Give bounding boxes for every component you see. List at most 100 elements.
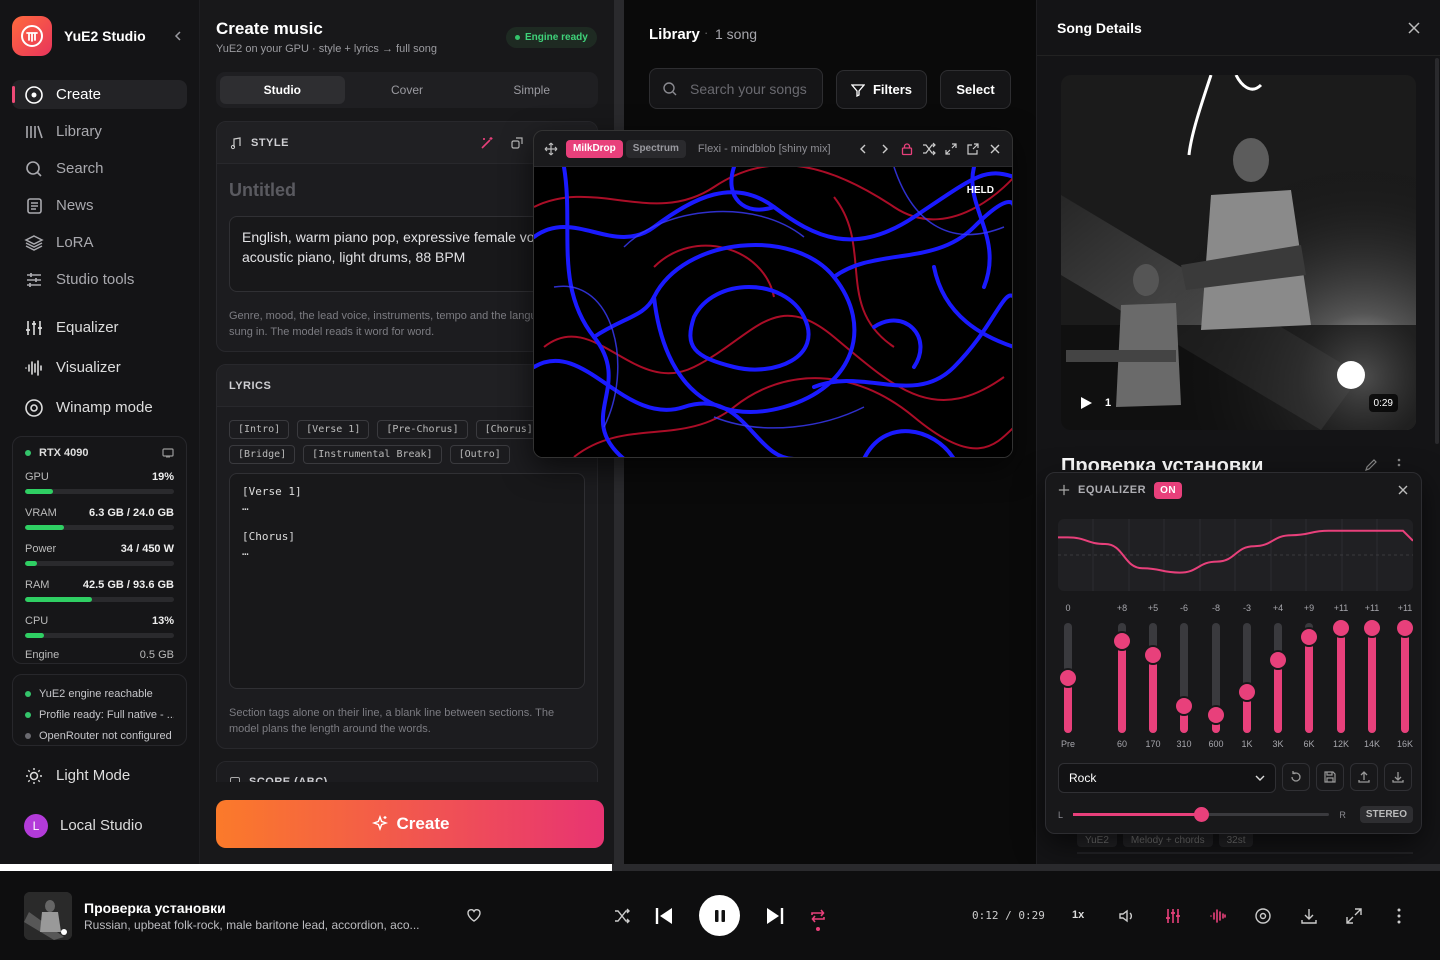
section-tag[interactable]: [Intro]	[229, 420, 290, 439]
nav-item-lora[interactable]: LoRA	[12, 228, 187, 257]
eq-band-14k[interactable]: +11 14K	[1357, 603, 1387, 753]
library-search[interactable]	[649, 68, 823, 109]
nav-item-visualizer[interactable]: Visualizer	[12, 353, 187, 382]
playback-rate[interactable]: 1x	[1072, 909, 1084, 921]
nav-item-studio-tools[interactable]: Studio tools	[12, 265, 187, 294]
close-icon[interactable]	[1397, 484, 1409, 496]
drag-handle-icon[interactable]	[544, 142, 558, 156]
heart-icon[interactable]	[464, 905, 484, 925]
details-scrollbar[interactable]	[1435, 58, 1439, 444]
select-button[interactable]: Select	[940, 70, 1011, 109]
waveform-icon[interactable]	[1208, 906, 1228, 926]
create-button[interactable]: Create	[216, 800, 604, 848]
collapse-sidebar-icon[interactable]	[168, 26, 188, 46]
volume-icon[interactable]	[1117, 906, 1137, 926]
profile-local-studio[interactable]: L Local Studio	[12, 811, 187, 840]
equalizer-toggle[interactable]: ON	[1154, 481, 1183, 499]
eq-band-170[interactable]: +5 170	[1138, 603, 1168, 753]
nav-item-search[interactable]: Search	[12, 154, 187, 183]
section-tag[interactable]: [Chorus]	[475, 420, 542, 439]
band-track[interactable]	[1337, 623, 1345, 733]
band-knob[interactable]	[1208, 706, 1224, 723]
balance-knob[interactable]	[1194, 807, 1210, 822]
tab-spectrum[interactable]: Spectrum	[625, 139, 686, 158]
share-icon[interactable]	[509, 135, 525, 151]
disc-icon[interactable]	[1253, 906, 1273, 926]
nav-item-news[interactable]: News	[12, 191, 187, 220]
drag-handle-icon[interactable]	[1058, 484, 1070, 496]
equalizer-icon[interactable]	[1163, 906, 1183, 926]
fullscreen-icon[interactable]	[1344, 906, 1364, 926]
eq-band-12k[interactable]: +11 12K	[1326, 603, 1356, 753]
cover-play-button[interactable]: 1	[1079, 396, 1111, 410]
nav-item-library[interactable]: Library	[12, 117, 187, 146]
eq-band-3k[interactable]: +4 3K	[1263, 603, 1293, 753]
stereo-toggle[interactable]: STEREO	[1359, 806, 1413, 823]
chevron-right-icon[interactable]	[878, 142, 892, 156]
band-track[interactable]	[1401, 623, 1409, 733]
filters-button[interactable]: Filters	[836, 70, 927, 109]
band-knob[interactable]	[1364, 619, 1380, 636]
song-title-input[interactable]: Untitled	[229, 180, 296, 201]
band-track[interactable]	[1149, 623, 1157, 733]
edit-icon[interactable]	[1364, 458, 1378, 472]
import-preset-button[interactable]	[1384, 763, 1412, 791]
nav-item-create[interactable]: Create	[12, 80, 187, 109]
band-knob[interactable]	[1176, 697, 1192, 714]
band-knob[interactable]	[1239, 683, 1255, 700]
more-icon[interactable]	[1397, 458, 1401, 472]
close-icon[interactable]	[988, 142, 1002, 156]
eq-band-310[interactable]: -6 310	[1169, 603, 1199, 753]
eq-band-60[interactable]: +8 60	[1107, 603, 1137, 753]
save-preset-button[interactable]	[1316, 763, 1344, 791]
cover-art[interactable]: 1 0:29	[1061, 75, 1416, 430]
band-knob[interactable]	[1301, 628, 1317, 645]
repeat-icon[interactable]	[808, 905, 828, 933]
monitor-toggle-icon[interactable]	[162, 447, 174, 459]
playback-progress[interactable]	[0, 864, 1440, 871]
download-icon[interactable]	[1299, 906, 1319, 926]
band-knob[interactable]	[1333, 619, 1349, 636]
now-playing-thumbnail[interactable]	[24, 892, 72, 940]
nav-item-equalizer[interactable]: Equalizer	[12, 313, 187, 342]
section-tag[interactable]: [Pre-Chorus]	[377, 420, 468, 439]
shuffle-icon[interactable]	[612, 906, 632, 926]
popout-icon[interactable]	[966, 142, 980, 156]
balance-slider[interactable]: L R STEREO	[1058, 806, 1413, 823]
band-knob[interactable]	[1060, 670, 1076, 686]
eq-band-pre[interactable]: 0 Pre	[1053, 603, 1083, 753]
band-track[interactable]	[1243, 623, 1251, 733]
band-knob[interactable]	[1397, 619, 1413, 636]
section-tag[interactable]: [Instrumental Break]	[303, 445, 442, 464]
close-details-icon[interactable]	[1407, 21, 1421, 35]
section-tag[interactable]: [Outro]	[449, 445, 510, 464]
preset-select[interactable]: Rock	[1058, 763, 1276, 793]
tab-studio[interactable]: Studio	[220, 76, 345, 104]
band-knob[interactable]	[1270, 651, 1286, 668]
magic-wand-icon[interactable]	[479, 135, 495, 151]
next-track-icon[interactable]	[763, 904, 787, 928]
eq-band-16k[interactable]: +11 16K	[1390, 603, 1420, 753]
search-input[interactable]	[690, 80, 810, 97]
nav-item-winamp[interactable]: Winamp mode	[12, 393, 187, 422]
pause-button[interactable]	[699, 895, 740, 936]
tab-cover[interactable]: Cover	[345, 76, 470, 104]
milkdrop-canvas[interactable]: HELD	[534, 167, 1012, 457]
eq-band-6k[interactable]: +9 6K	[1294, 603, 1324, 753]
lyrics-textarea[interactable]: [Verse 1] … [Chorus] …	[229, 473, 585, 689]
eq-band-1k[interactable]: -3 1K	[1232, 603, 1262, 753]
export-preset-button[interactable]	[1350, 763, 1378, 791]
eq-band-600[interactable]: -8 600	[1201, 603, 1231, 753]
more-icon[interactable]	[1389, 906, 1409, 926]
previous-track-icon[interactable]	[652, 904, 676, 928]
band-track[interactable]	[1368, 623, 1376, 733]
shuffle-icon[interactable]	[922, 142, 936, 156]
band-knob[interactable]	[1145, 647, 1161, 664]
tab-simple[interactable]: Simple	[469, 76, 594, 104]
section-tag[interactable]: [Verse 1]	[297, 420, 370, 439]
section-tag[interactable]: [Bridge]	[229, 445, 296, 464]
reset-eq-button[interactable]	[1282, 763, 1310, 791]
chevron-left-icon[interactable]	[856, 142, 870, 156]
lock-icon[interactable]	[900, 142, 914, 156]
tab-milkdrop[interactable]: MilkDrop	[566, 139, 623, 158]
